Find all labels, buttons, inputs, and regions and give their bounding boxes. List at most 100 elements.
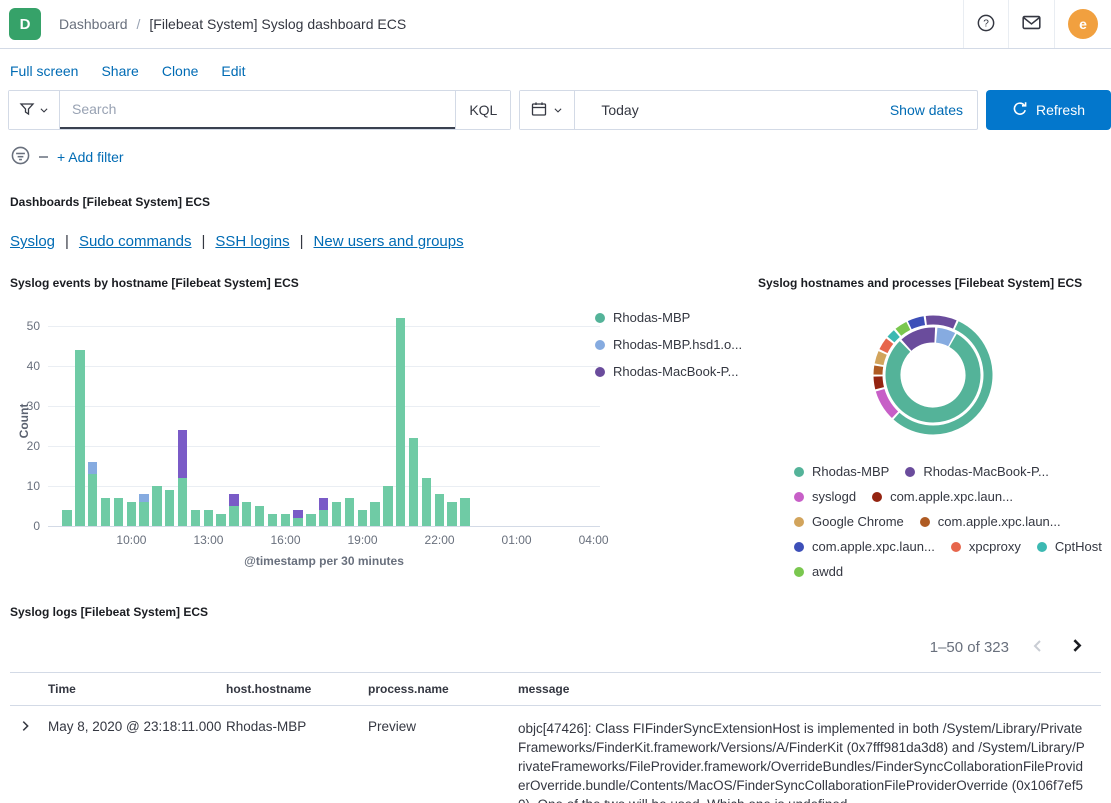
legend-label: awdd bbox=[812, 564, 843, 579]
bar-segment[interactable] bbox=[422, 478, 431, 526]
legend-item[interactable]: Rhodas-MBP bbox=[794, 464, 889, 479]
legend-color-dot bbox=[595, 340, 605, 350]
next-page-button[interactable] bbox=[1061, 632, 1091, 662]
toolbar-share[interactable]: Share bbox=[101, 63, 138, 79]
add-filter-button[interactable]: + Add filter bbox=[57, 149, 124, 165]
search-input[interactable] bbox=[60, 91, 455, 129]
bar-segment[interactable] bbox=[152, 486, 161, 526]
breadcrumb-dashboard[interactable]: Dashboard bbox=[59, 16, 128, 32]
bar-segment[interactable] bbox=[242, 502, 251, 526]
donut-chart-container bbox=[758, 300, 1107, 450]
date-range-label[interactable]: Today bbox=[575, 102, 889, 118]
bar-segment[interactable] bbox=[306, 514, 315, 526]
bar-segment[interactable] bbox=[358, 510, 367, 526]
chevron-right-icon bbox=[1068, 637, 1085, 657]
legend-item[interactable]: com.apple.xpc.laun... bbox=[794, 539, 935, 554]
bar-segment[interactable] bbox=[319, 510, 328, 526]
legend-item[interactable]: Rhodas-MBP bbox=[595, 310, 742, 325]
column-header-time[interactable]: Time bbox=[40, 673, 218, 706]
help-button[interactable]: ? bbox=[977, 14, 995, 35]
bar-segment[interactable] bbox=[293, 518, 302, 526]
bar-segment[interactable] bbox=[216, 514, 225, 526]
expand-row-button[interactable] bbox=[18, 719, 32, 733]
bar-segment[interactable] bbox=[383, 486, 392, 526]
bar-segment[interactable] bbox=[88, 462, 97, 474]
bar-segment[interactable] bbox=[268, 514, 277, 526]
space-avatar[interactable]: D bbox=[9, 8, 41, 40]
bar-segment[interactable] bbox=[447, 502, 456, 526]
bar-segment[interactable] bbox=[409, 438, 418, 526]
row-process: Preview bbox=[360, 706, 510, 803]
toolbar-clone[interactable]: Clone bbox=[162, 63, 199, 79]
bar-segment[interactable] bbox=[229, 506, 238, 526]
bar-segment[interactable] bbox=[139, 494, 148, 502]
bar-segment[interactable] bbox=[396, 318, 405, 526]
breadcrumb-separator: / bbox=[137, 16, 141, 32]
toolbar-edit[interactable]: Edit bbox=[221, 63, 245, 79]
bar-segment[interactable] bbox=[101, 498, 110, 526]
bar-segment[interactable] bbox=[127, 502, 136, 526]
legend-item[interactable]: Rhodas-MBP.hsd1.o... bbox=[595, 337, 742, 352]
bar-segment[interactable] bbox=[178, 478, 187, 526]
refresh-button-label: Refresh bbox=[1036, 102, 1085, 118]
bar-segment[interactable] bbox=[114, 498, 123, 526]
link-separator: | bbox=[300, 233, 304, 250]
column-header-message[interactable]: message bbox=[510, 673, 1101, 706]
legend-item[interactable]: syslogd bbox=[794, 489, 856, 504]
markdown-link[interactable]: New users and groups bbox=[314, 233, 464, 250]
legend-color-dot bbox=[794, 567, 804, 577]
legend-item[interactable]: xpcproxy bbox=[951, 539, 1021, 554]
legend-item[interactable]: awdd bbox=[794, 564, 843, 579]
bar-segment[interactable] bbox=[191, 510, 200, 526]
bar-segment[interactable] bbox=[165, 490, 174, 526]
legend-color-dot bbox=[794, 517, 804, 527]
bar-segment[interactable] bbox=[319, 498, 328, 510]
bar-segment[interactable] bbox=[345, 498, 354, 526]
kibana-dashboard-app: D Dashboard / [Filebeat System] Syslog d… bbox=[0, 0, 1111, 803]
kql-button[interactable]: KQL bbox=[455, 91, 510, 129]
bar-segment[interactable] bbox=[139, 502, 148, 526]
refresh-button[interactable]: Refresh bbox=[986, 90, 1111, 130]
markdown-link[interactable]: Syslog bbox=[10, 233, 55, 250]
x-axis-tick-label: 01:00 bbox=[502, 533, 532, 547]
legend-color-dot bbox=[794, 467, 804, 477]
filter-icon[interactable] bbox=[11, 146, 30, 168]
bar-segment[interactable] bbox=[281, 514, 290, 526]
markdown-links: Syslog|Sudo commands|SSH logins|New user… bbox=[10, 233, 1101, 250]
bar-segment[interactable] bbox=[62, 510, 71, 526]
donut-chart[interactable] bbox=[858, 300, 1008, 450]
date-quick-select-button[interactable] bbox=[520, 91, 575, 129]
legend-item[interactable]: com.apple.xpc.laun... bbox=[920, 514, 1061, 529]
column-header-host-hostname[interactable]: host.hostname bbox=[218, 673, 360, 706]
pagination-range-label: 1–50 of 323 bbox=[930, 639, 1009, 656]
chevron-left-icon bbox=[1030, 638, 1046, 657]
bar-segment[interactable] bbox=[370, 502, 379, 526]
bar-segment[interactable] bbox=[88, 474, 97, 526]
legend-item[interactable]: com.apple.xpc.laun... bbox=[872, 489, 1013, 504]
markdown-link[interactable]: SSH logins bbox=[215, 233, 289, 250]
bar-segment[interactable] bbox=[435, 494, 444, 526]
legend-item[interactable]: Rhodas-MacBook-P... bbox=[595, 364, 742, 379]
bar-segment[interactable] bbox=[332, 502, 341, 526]
markdown-link[interactable]: Sudo commands bbox=[79, 233, 192, 250]
show-dates-button[interactable]: Show dates bbox=[890, 102, 977, 118]
legend-label: xpcproxy bbox=[969, 539, 1021, 554]
bar-segment[interactable] bbox=[460, 498, 469, 526]
donut-legend: Rhodas-MBP Rhodas-MacBook-P... syslogd com.… bbox=[794, 464, 1107, 579]
bar-segment[interactable] bbox=[293, 510, 302, 518]
user-avatar[interactable]: e bbox=[1068, 9, 1098, 39]
saved-query-button[interactable] bbox=[9, 91, 60, 129]
column-header-process-name[interactable]: process.name bbox=[360, 673, 510, 706]
bar-segment[interactable] bbox=[204, 510, 213, 526]
bar-segment[interactable] bbox=[229, 494, 238, 506]
legend-item[interactable]: CptHost bbox=[1037, 539, 1102, 554]
newsfeed-button[interactable] bbox=[1022, 13, 1041, 35]
bar-segment[interactable] bbox=[255, 506, 264, 526]
query-bar: KQL Today Show dates Refresh bbox=[0, 86, 1111, 135]
events-bar-chart: 01020304050Count10:0013:0016:0019:0022:0… bbox=[10, 304, 755, 582]
legend-item[interactable]: Google Chrome bbox=[794, 514, 904, 529]
legend-item[interactable]: Rhodas-MacBook-P... bbox=[905, 464, 1049, 479]
bar-segment[interactable] bbox=[178, 430, 187, 478]
bar-segment[interactable] bbox=[75, 350, 84, 526]
toolbar-full-screen[interactable]: Full screen bbox=[10, 63, 78, 79]
